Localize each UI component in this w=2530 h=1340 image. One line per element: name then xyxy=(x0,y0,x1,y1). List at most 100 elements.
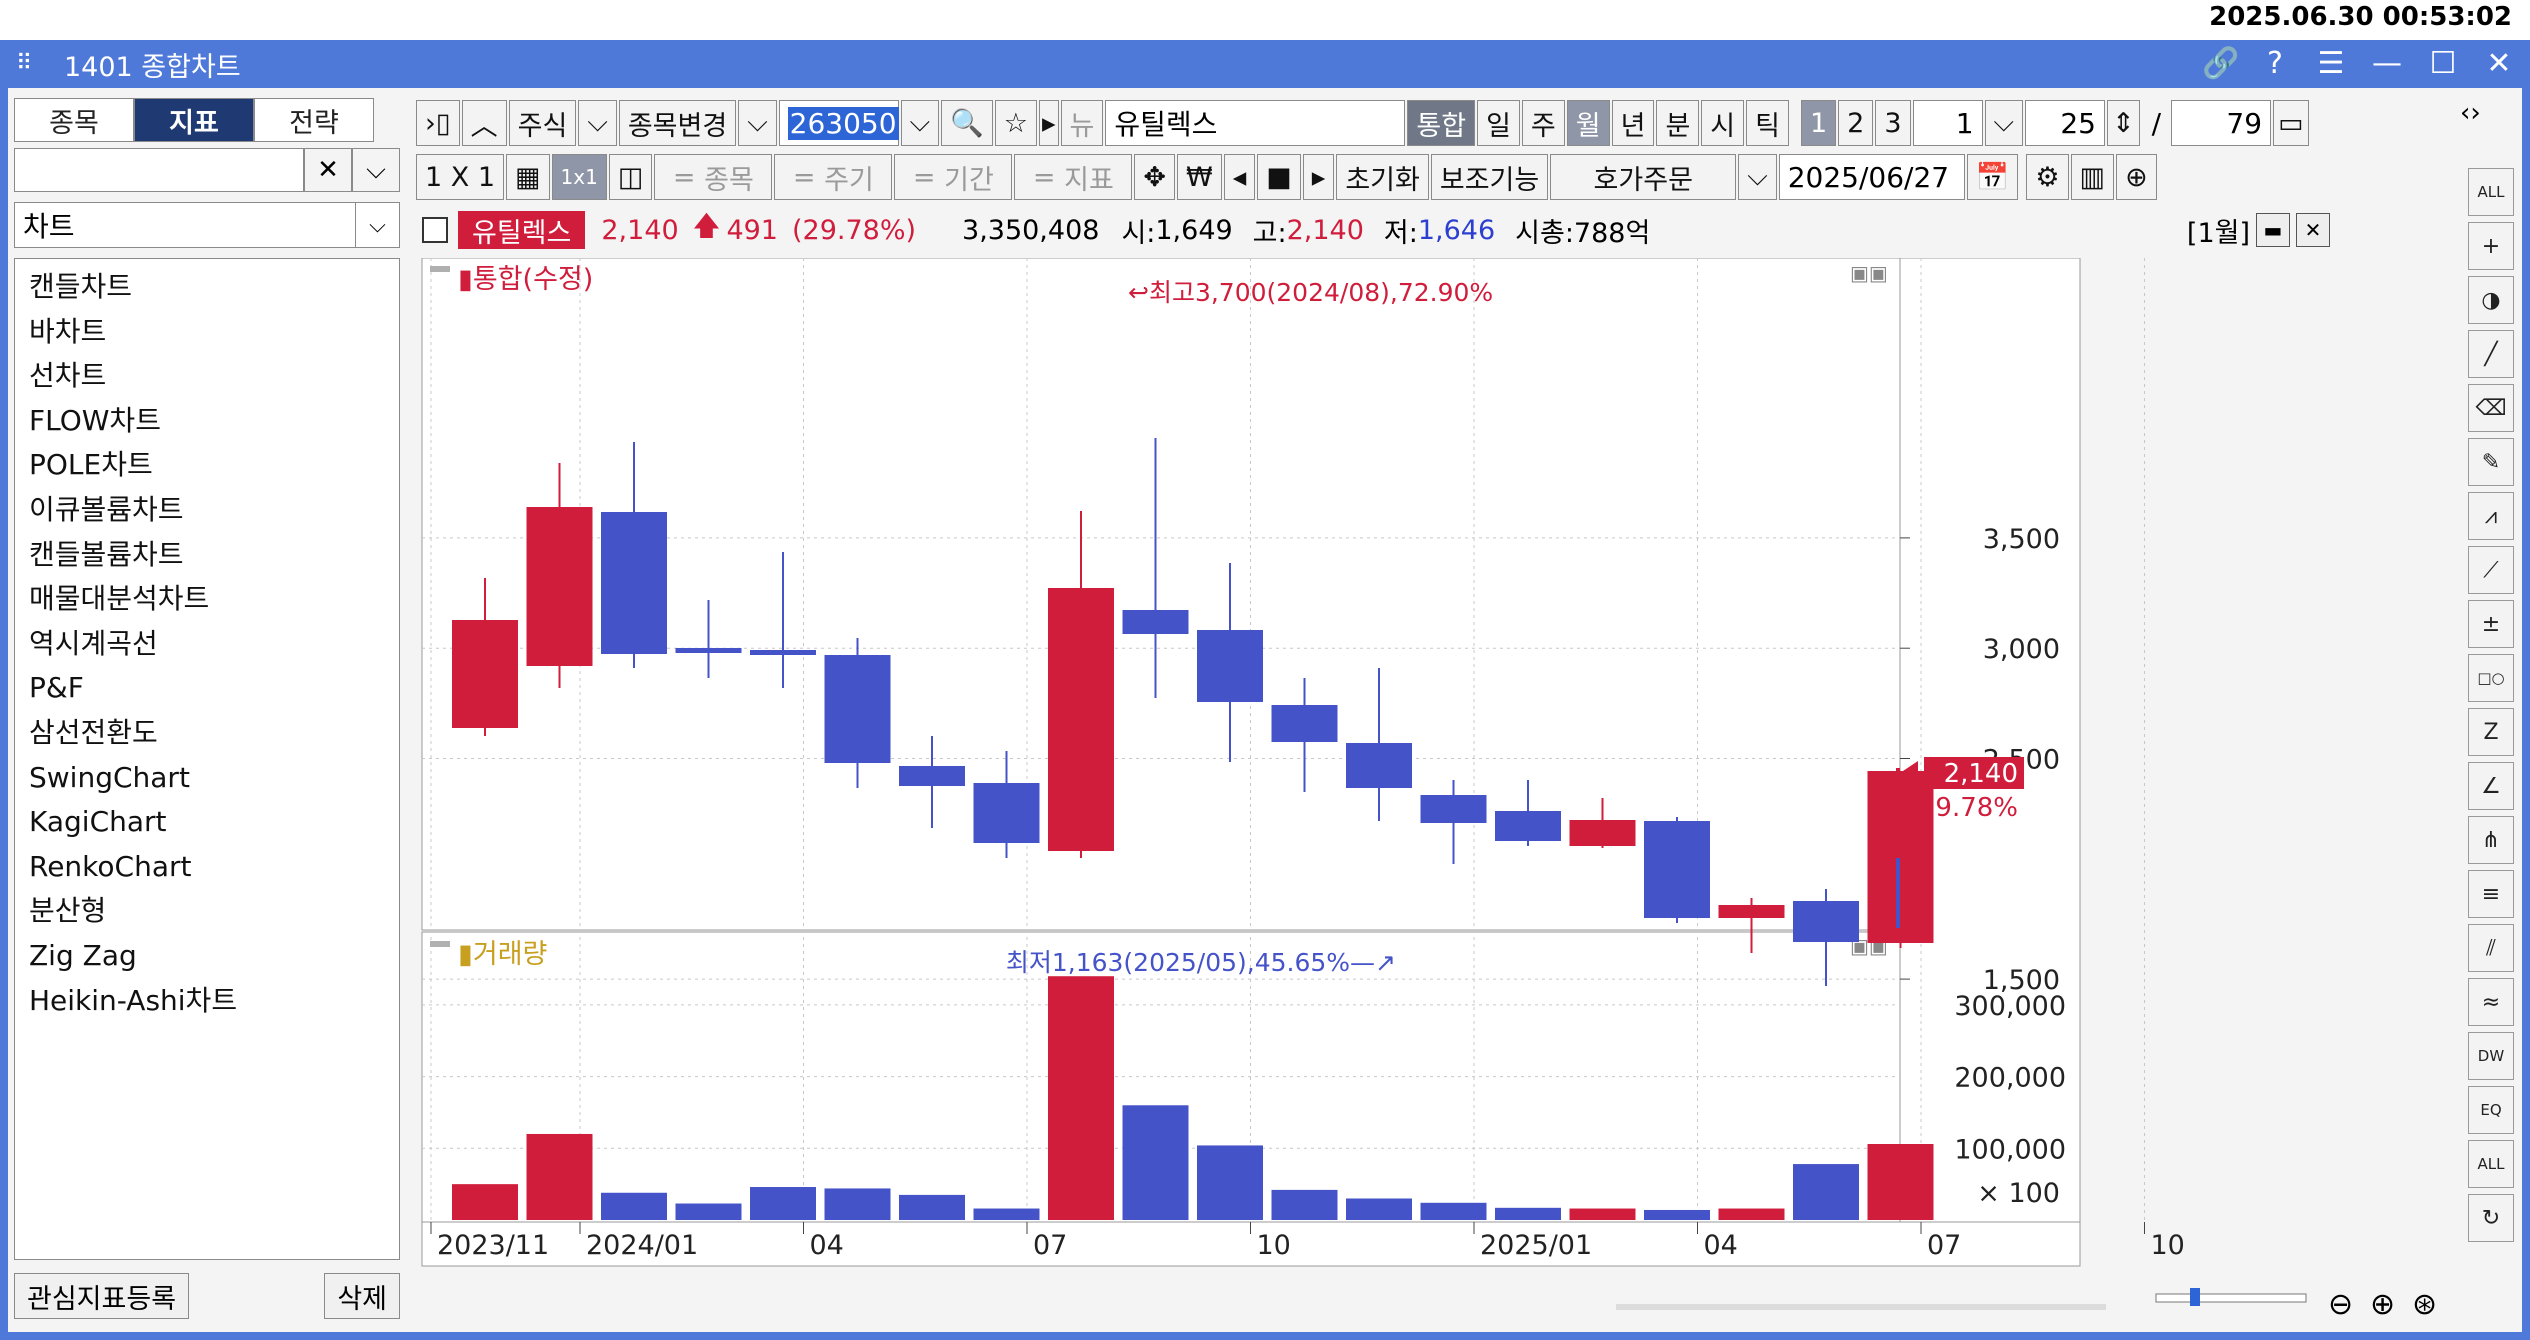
reset-button[interactable]: 초기화 xyxy=(1336,154,1429,200)
period-hour[interactable]: 시 xyxy=(1701,100,1745,146)
period-week[interactable]: 주 xyxy=(1521,100,1565,146)
list-item[interactable]: 이큐볼륨차트 xyxy=(15,488,399,533)
sync-range-button[interactable]: = 기간 xyxy=(894,154,1013,200)
angle-tool-button[interactable]: ∠ xyxy=(2468,762,2514,810)
eraser-tool-button[interactable]: ⌫ xyxy=(2468,384,2514,432)
zoom-slider-track[interactable] xyxy=(2155,1293,2307,1303)
tab-strategy[interactable]: 전략 xyxy=(254,98,374,142)
period-month[interactable]: 월 xyxy=(1566,100,1610,146)
calendar-button[interactable]: 📅 xyxy=(1966,154,2019,200)
list-item[interactable]: KagiChart xyxy=(15,800,399,845)
next-button[interactable]: ▸ xyxy=(1038,100,1059,146)
stock-code-input[interactable]: 263050 xyxy=(778,100,899,146)
channel-tool-button[interactable]: ⫽ xyxy=(2468,924,2514,972)
list-item[interactable]: 역시계곡선 xyxy=(15,622,399,667)
help-icon[interactable]: ? xyxy=(2258,46,2292,81)
pen-tool-button[interactable]: ✎ xyxy=(2468,438,2514,486)
page-3-button[interactable]: 3 xyxy=(1875,100,1911,146)
delete-button[interactable]: 삭제 xyxy=(324,1273,400,1319)
integrated-button[interactable]: 통합 xyxy=(1407,100,1476,146)
play-button[interactable]: ▸ xyxy=(1302,154,1335,200)
date-input[interactable]: 2025/06/27 xyxy=(1778,154,1965,200)
register-indicator-button[interactable]: 관심지표등록 xyxy=(14,1273,190,1319)
news-badge[interactable]: 뉴 xyxy=(1060,100,1104,146)
order-dropdown[interactable]: ⌵ xyxy=(1738,154,1777,200)
list-item[interactable]: 삼선전환도 xyxy=(15,711,399,756)
list-item[interactable]: 캔들차트 xyxy=(15,265,399,310)
page-2-button[interactable]: 2 xyxy=(1838,100,1874,146)
select-checkbox[interactable] xyxy=(422,217,448,243)
zoom-out-icon[interactable]: ⊖ xyxy=(2328,1287,2353,1322)
chart-area[interactable]: 3,5003,0002,5001,500300,000200,000100,00… xyxy=(416,257,2306,1328)
dwmm-tool-button[interactable]: DW xyxy=(2468,1032,2514,1080)
zigzag-tool-button[interactable]: ⩘ xyxy=(2468,492,2514,540)
list-item[interactable]: 바차트 xyxy=(15,310,399,355)
tab-item[interactable]: 종목 xyxy=(14,98,134,142)
cursor-tool-button[interactable]: ◑ xyxy=(2468,276,2514,324)
window-mode-button[interactable]: ▭ xyxy=(2273,100,2309,146)
titlebar[interactable]: ⠿ 1401 종합차트 🔗 ? ☰ — ☐ ✕ xyxy=(0,40,2530,88)
tab-indicator[interactable]: 지표 xyxy=(134,98,254,142)
period-minute[interactable]: 분 xyxy=(1656,100,1700,146)
period-tick[interactable]: 틱 xyxy=(1746,100,1789,146)
clear-search-button[interactable]: ✕ xyxy=(304,148,352,192)
market-select[interactable]: 주식 xyxy=(508,100,577,146)
list-item[interactable]: P&F xyxy=(15,666,399,711)
tool-tool-button[interactable]: + xyxy=(2468,222,2514,270)
category-select[interactable]: 차트 ⌵ xyxy=(14,202,400,248)
market-dropdown-button[interactable]: ⌵ xyxy=(578,100,617,146)
list-item[interactable]: SwingChart xyxy=(15,756,399,801)
maximize-icon[interactable]: ☐ xyxy=(2426,46,2460,81)
count-stepper[interactable]: ⇕ xyxy=(2107,100,2140,146)
horizontal-scrollbar[interactable] xyxy=(1616,1304,2106,1310)
fan-tool-button[interactable]: ⋔ xyxy=(2468,816,2514,864)
unit-dropdown[interactable]: ⌵ xyxy=(1984,100,2023,146)
sync-item-button[interactable]: = 종목 xyxy=(654,154,773,200)
all-tool-button[interactable]: ALL xyxy=(2468,168,2514,216)
line-tool-button[interactable]: ╱ xyxy=(2468,330,2514,378)
list-item[interactable]: 분산형 xyxy=(15,889,399,934)
prev-button[interactable]: ◂ xyxy=(1223,154,1256,200)
list-item[interactable]: FLOW차트 xyxy=(15,399,399,444)
split-layout-button[interactable]: ◫ xyxy=(608,154,653,200)
change-item-button[interactable]: 종목변경 xyxy=(618,100,737,146)
close-chart-button[interactable]: ✕ xyxy=(2296,213,2330,247)
plusminus-tool-button[interactable]: ± xyxy=(2468,600,2514,648)
unit-input[interactable]: 1 xyxy=(1912,100,1983,146)
zoom-slider-handle[interactable] xyxy=(2190,1288,2200,1306)
shapes-tool-button[interactable]: □○ xyxy=(2468,654,2514,702)
indicator-settings-button[interactable]: ▥ xyxy=(2070,154,2115,200)
fibo-tool-button[interactable]: ≡ xyxy=(2468,870,2514,918)
zoom-fit-icon[interactable]: ⊛ xyxy=(2412,1287,2437,1322)
refresh-tool-button[interactable]: ↻ xyxy=(2468,1194,2514,1242)
chevron-down-icon[interactable]: ⌵ xyxy=(355,203,399,247)
period-day[interactable]: 일 xyxy=(1477,100,1520,146)
list-item[interactable]: POLE차트 xyxy=(15,443,399,488)
sync-cycle-button[interactable]: = 주기 xyxy=(774,154,893,200)
expand-arrows-icon[interactable]: ‹› xyxy=(2460,98,2481,128)
add-chart-button[interactable]: ⊕ xyxy=(2116,154,2157,200)
zoom-in-icon[interactable]: ⊕ xyxy=(2370,1287,2395,1322)
trend-tool-button[interactable]: ⟋ xyxy=(2468,546,2514,594)
settings-button[interactable]: ⚙ xyxy=(2026,154,2069,200)
list-item[interactable]: Zig Zag xyxy=(15,934,399,979)
link-icon[interactable]: 🔗 xyxy=(2202,46,2239,81)
list-item[interactable]: 매물대분석차트 xyxy=(15,577,399,622)
stop-button[interactable]: ■ xyxy=(1257,154,1301,200)
all2-tool-button[interactable]: ALL xyxy=(2468,1140,2514,1188)
indicator-search-input[interactable] xyxy=(14,148,304,192)
wave-tool-button[interactable]: ≈ xyxy=(2468,978,2514,1026)
grid-layout-button[interactable]: ▦ xyxy=(506,154,550,200)
panel-toggle-button[interactable]: ›▯ xyxy=(416,100,460,146)
grip-icon[interactable]: ⠿ xyxy=(16,53,36,75)
restore-chart-button[interactable]: ▬ xyxy=(2256,213,2290,247)
aux-function-button[interactable]: 보조기능 xyxy=(1430,154,1549,200)
list-item[interactable]: RenkoChart xyxy=(15,845,399,890)
layout-button[interactable]: 1 X 1 xyxy=(416,154,505,200)
collapse-button[interactable]: ︿ xyxy=(461,100,507,146)
page-1-button[interactable]: 1 xyxy=(1800,100,1837,146)
sync-indicator-button[interactable]: = 지표 xyxy=(1014,154,1133,200)
move-button[interactable]: ✥ xyxy=(1134,154,1175,200)
count-input[interactable]: 25 xyxy=(2025,100,2105,146)
period-year[interactable]: 년 xyxy=(1611,100,1655,146)
